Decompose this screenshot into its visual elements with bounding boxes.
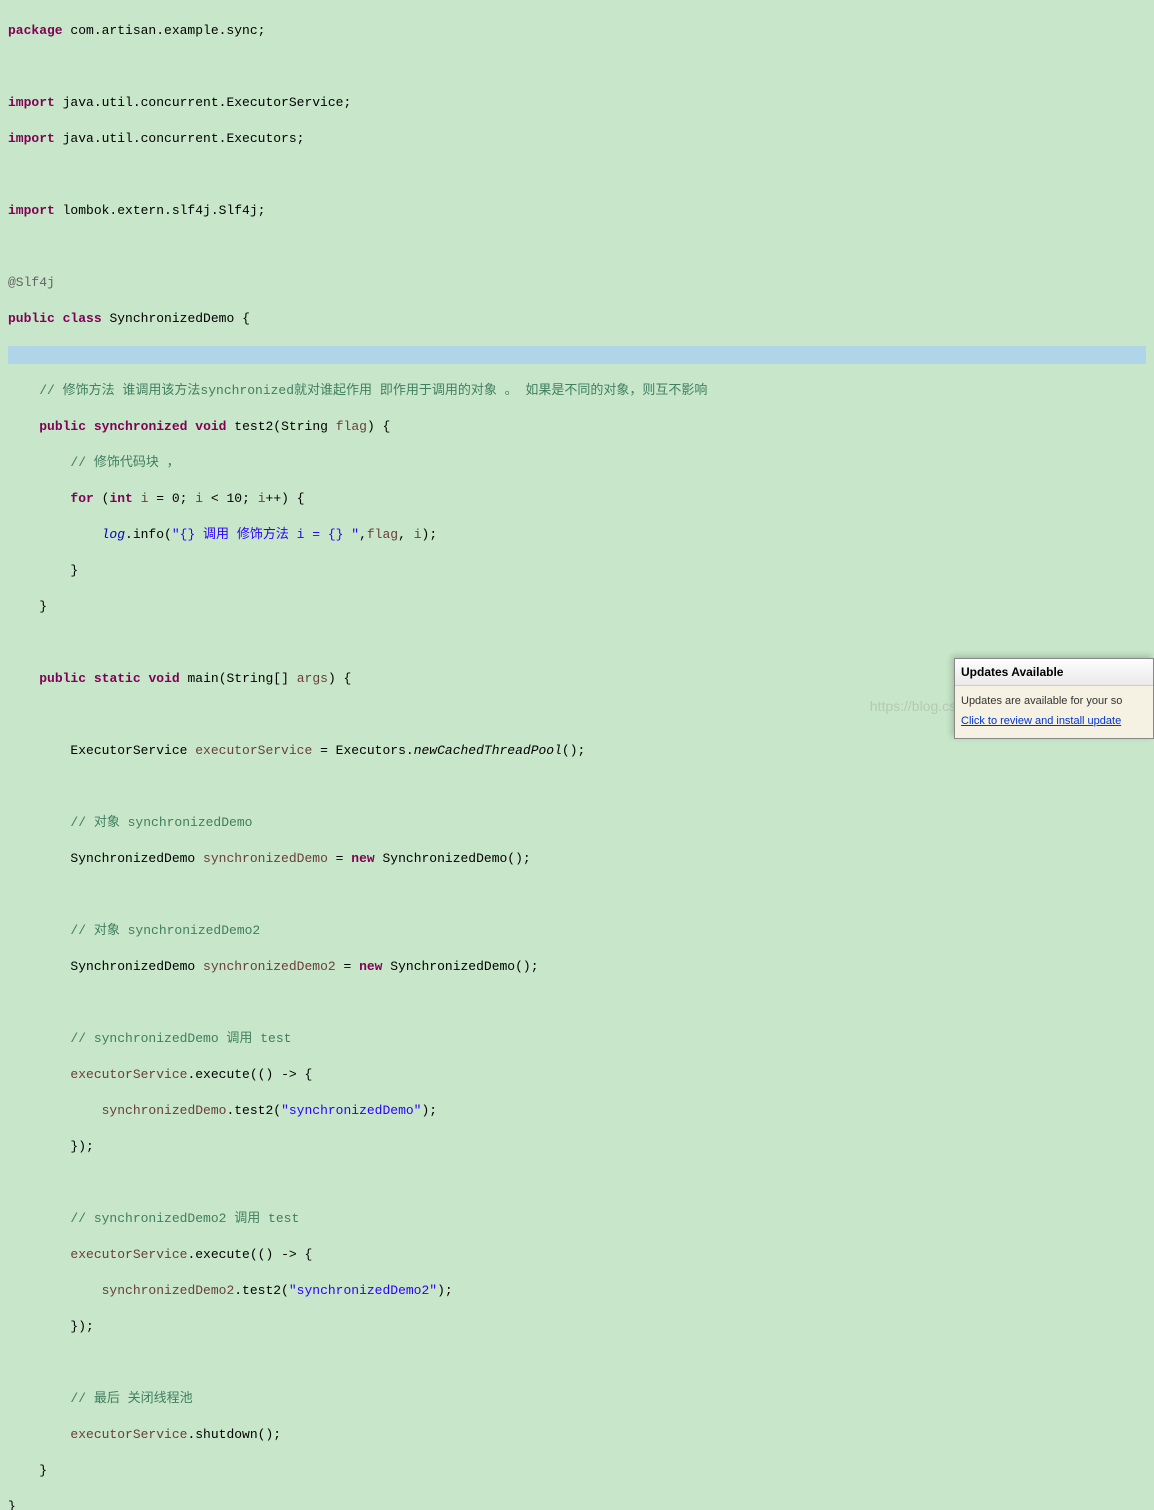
code-line: import java.util.concurrent.ExecutorServ… [8, 94, 1146, 112]
code-line [8, 58, 1146, 76]
code-line: // 修饰方法 谁调用该方法synchronized就对谁起作用 即作用于调用的… [8, 382, 1146, 400]
code-line: synchronizedDemo.test2("synchronizedDemo… [8, 1102, 1146, 1120]
code-line: synchronizedDemo2.test2("synchronizedDem… [8, 1282, 1146, 1300]
code-line: } [8, 562, 1146, 580]
code-line: import java.util.concurrent.Executors; [8, 130, 1146, 148]
code-line: // 修饰代码块 ， [8, 454, 1146, 472]
code-line: executorService.execute(() -> { [8, 1066, 1146, 1084]
code-line [8, 886, 1146, 904]
code-line: executorService.shutdown(); [8, 1426, 1146, 1444]
text: com.artisan.example.sync; [63, 23, 266, 38]
text: java.util.concurrent.ExecutorService; [55, 95, 351, 110]
variable: executorService [195, 743, 312, 758]
popup-body: Updates are available for your so Click … [955, 686, 1153, 738]
code-line: executorService.execute(() -> { [8, 1246, 1146, 1264]
code-line: import lombok.extern.slf4j.Slf4j; [8, 202, 1146, 220]
code-line: // synchronizedDemo 调用 test [8, 1030, 1146, 1048]
variable: executorService [70, 1247, 187, 1262]
code-line: }); [8, 1138, 1146, 1156]
code-line [8, 1174, 1146, 1192]
static-method: newCachedThreadPool [414, 743, 562, 758]
keyword: public [39, 671, 86, 686]
comment: // 修饰方法 谁调用该方法synchronized就对谁起作用 即作用于调用的… [8, 383, 707, 398]
code-line: } [8, 598, 1146, 616]
code-line: }); [8, 1318, 1146, 1336]
variable: i [195, 491, 203, 506]
keyword: package [8, 23, 63, 38]
text: lombok.extern.slf4j.Slf4j; [55, 203, 266, 218]
string: "{} 调用 修饰方法 i = {} " [172, 527, 359, 542]
keyword: int [109, 491, 132, 506]
keyword: new [351, 851, 374, 866]
variable: synchronizedDemo2 [203, 959, 336, 974]
text: SynchronizedDemo { [102, 311, 250, 326]
popup-title: Updates Available [955, 659, 1153, 686]
variable: i [414, 527, 422, 542]
string: "synchronizedDemo" [281, 1103, 421, 1118]
variable: args [297, 671, 328, 686]
code-line: SynchronizedDemo synchronizedDemo = new … [8, 850, 1146, 868]
code-line: // 最后 关闭线程池 [8, 1390, 1146, 1408]
variable: flag [367, 527, 398, 542]
code-line [8, 634, 1146, 652]
keyword: void [148, 671, 179, 686]
comment: // 对象 synchronizedDemo2 [8, 923, 260, 938]
keyword: import [8, 203, 55, 218]
keyword: static [94, 671, 141, 686]
code-line: public class SynchronizedDemo { [8, 310, 1146, 328]
variable: synchronizedDemo [203, 851, 328, 866]
code-line: @Slf4j [8, 274, 1146, 292]
code-line [8, 166, 1146, 184]
code-line: public synchronized void test2(String fl… [8, 418, 1146, 436]
string: "synchronizedDemo2" [289, 1283, 437, 1298]
variable: i [258, 491, 266, 506]
text: test2(String [227, 419, 336, 434]
keyword: import [8, 95, 55, 110]
popup-line1: Updates are available for your so [961, 692, 1147, 710]
code-line [8, 1354, 1146, 1372]
code-editor[interactable]: package com.artisan.example.sync; import… [0, 0, 1154, 1510]
keyword: void [195, 419, 226, 434]
code-line [8, 994, 1146, 1012]
code-line: log.info("{} 调用 修饰方法 i = {} ",flag, i); [8, 526, 1146, 544]
variable: executorService [70, 1427, 187, 1442]
variable: flag [336, 419, 367, 434]
keyword: new [359, 959, 382, 974]
keyword: import [8, 131, 55, 146]
variable: executorService [70, 1067, 187, 1082]
annotation: @Slf4j [8, 275, 55, 290]
highlighted-line [8, 346, 1146, 364]
popup-install-link[interactable]: Click to review and install update [961, 712, 1147, 730]
text: ) { [367, 419, 390, 434]
variable: synchronizedDemo [102, 1103, 227, 1118]
keyword: public [39, 419, 86, 434]
code-line: // synchronizedDemo2 调用 test [8, 1210, 1146, 1228]
code-line: // 对象 synchronizedDemo [8, 814, 1146, 832]
comment: // 修饰代码块 ， [8, 455, 180, 470]
comment: // synchronizedDemo 调用 test [8, 1031, 291, 1046]
code-line [8, 238, 1146, 256]
code-line [8, 778, 1146, 796]
code-line: } [8, 1462, 1146, 1480]
keyword: public [8, 311, 55, 326]
code-line: for (int i = 0; i < 10; i++) { [8, 490, 1146, 508]
comment: // 最后 关闭线程池 [8, 1391, 193, 1406]
code-line: // 对象 synchronizedDemo2 [8, 922, 1146, 940]
keyword: class [63, 311, 102, 326]
code-line: package com.artisan.example.sync; [8, 22, 1146, 40]
comment: // synchronizedDemo2 调用 test [8, 1211, 299, 1226]
keyword: synchronized [94, 419, 188, 434]
code-line: ExecutorService executorService = Execut… [8, 742, 1146, 760]
comment: // 对象 synchronizedDemo [8, 815, 252, 830]
text: java.util.concurrent.Executors; [55, 131, 305, 146]
code-line: } [8, 1498, 1146, 1510]
code-line: SynchronizedDemo synchronizedDemo2 = new… [8, 958, 1146, 976]
field: log [102, 527, 125, 542]
keyword: for [70, 491, 93, 506]
variable: synchronizedDemo2 [102, 1283, 235, 1298]
updates-popup[interactable]: Updates Available Updates are available … [954, 658, 1154, 739]
